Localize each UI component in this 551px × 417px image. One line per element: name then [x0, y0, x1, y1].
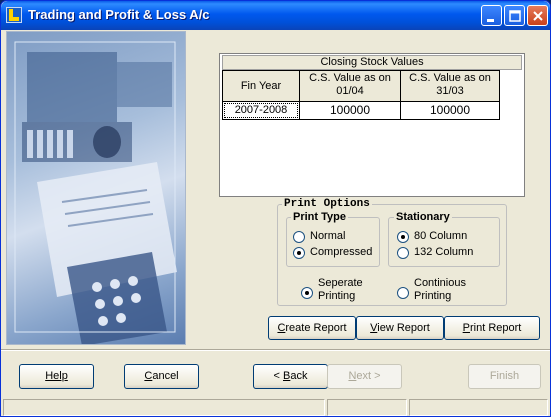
radio-compressed[interactable]: Compressed [293, 246, 372, 259]
radio-80-column-indicator[interactable] [397, 230, 409, 243]
radio-132-column[interactable]: 132 Column [397, 246, 473, 259]
status-bar-panel-1 [3, 399, 325, 416]
app-icon [6, 7, 22, 23]
decorative-banner-image [6, 31, 186, 345]
print-options-title: Print Options [282, 198, 372, 211]
radio-compressed-indicator[interactable] [293, 246, 305, 259]
finish-button[interactable]: Finish [468, 364, 541, 389]
cell-fin-year[interactable]: 2007-2008 [222, 101, 300, 120]
closing-stock-title: Closing Stock Values [222, 55, 522, 70]
help-label: Help [45, 370, 68, 382]
radio-normal-label: Normal [310, 230, 346, 242]
column-header-fin-year: Fin Year [222, 70, 300, 102]
column-header-cs-open: C.S. Value as on 01/04 [299, 70, 401, 102]
view-report-button[interactable]: View Report [356, 316, 444, 340]
continious-line1: Continious [414, 277, 466, 289]
status-bar-panel-2 [327, 399, 407, 416]
cell-cs-open[interactable]: 100000 [299, 101, 401, 120]
radio-normal[interactable]: Normal [293, 230, 345, 243]
minimize-icon [487, 19, 494, 22]
next-label: Next > [348, 370, 381, 382]
maximize-icon [509, 10, 521, 22]
print-report-button[interactable]: Print Report [444, 316, 540, 340]
seperate-line2: Printing [318, 290, 356, 302]
next-button[interactable]: Next > [327, 364, 402, 389]
close-icon [533, 11, 543, 21]
finish-label: Finish [489, 370, 520, 382]
radio-80-column-label: 80 Column [414, 230, 468, 242]
radio-continious-printing[interactable]: Continious Printing [397, 277, 466, 303]
radio-normal-indicator[interactable] [293, 230, 305, 243]
create-report-button[interactable]: Create Report [268, 316, 356, 340]
radio-seperate-printing[interactable]: Seperate Printing [301, 277, 363, 303]
maximize-button[interactable] [504, 5, 525, 26]
radio-132-column-indicator[interactable] [397, 246, 409, 259]
main-window: Trading and Profit & Loss A/c Closing St… [0, 0, 551, 417]
cancel-button[interactable]: Cancel [124, 364, 199, 389]
help-button[interactable]: Help [19, 364, 94, 389]
office-collage-illustration [14, 41, 177, 344]
continious-line2: Printing [414, 290, 452, 302]
radio-continious-printing-indicator[interactable] [397, 287, 409, 299]
closing-stock-table: Closing Stock Values Fin Year C.S. Value… [219, 53, 525, 197]
window-title: Trading and Profit & Loss A/c [28, 7, 210, 22]
cancel-label: Cancel [144, 370, 179, 382]
title-bar[interactable]: Trading and Profit & Loss A/c [1, 1, 550, 30]
stationary-title: Stationary [394, 211, 452, 224]
column-header-cs-close: C.S. Value as on 31/03 [400, 70, 500, 102]
back-label: < Back [273, 370, 308, 382]
radio-continious-printing-label: Continious Printing [414, 277, 466, 303]
radio-seperate-printing-indicator[interactable] [301, 287, 313, 299]
back-button[interactable]: < Back [253, 364, 328, 389]
radio-compressed-label: Compressed [310, 246, 373, 258]
footer-divider [1, 349, 550, 351]
status-bar-panel-3 [409, 399, 548, 416]
cell-cs-close[interactable]: 100000 [400, 101, 500, 120]
close-button[interactable] [527, 5, 548, 26]
radio-seperate-printing-label: Seperate Printing [318, 277, 363, 303]
seperate-line1: Seperate [318, 277, 363, 289]
minimize-button[interactable] [481, 5, 502, 26]
print-type-title: Print Type [291, 211, 348, 224]
radio-80-column[interactable]: 80 Column [397, 230, 467, 243]
radio-132-column-label: 132 Column [414, 246, 474, 258]
